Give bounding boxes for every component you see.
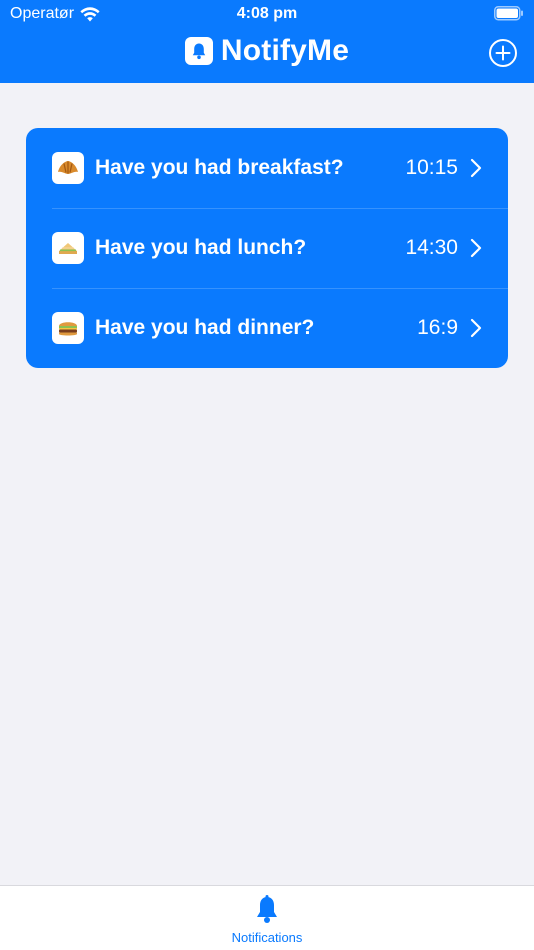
chevron-right-icon bbox=[470, 318, 482, 338]
status-time: 4:08 pm bbox=[236, 5, 298, 22]
sandwich-icon bbox=[52, 232, 84, 264]
reminder-row-lunch[interactable]: Have you had lunch? 14:30 bbox=[26, 208, 508, 288]
app-title: NotifyMe bbox=[220, 34, 350, 67]
add-reminder-button[interactable] bbox=[488, 38, 518, 68]
tab-label: Notifications bbox=[231, 930, 303, 945]
reminder-row-dinner[interactable]: Have you had dinner? 16:9 bbox=[26, 288, 508, 368]
reminder-label: Have you had breakfast? bbox=[95, 156, 344, 179]
chevron-right-icon bbox=[470, 238, 482, 258]
reminder-time: 16:9 bbox=[417, 316, 458, 339]
reminder-time: 14:30 bbox=[405, 236, 458, 259]
bell-icon bbox=[257, 895, 277, 923]
nav-header: Operatør 4:08 pm NotifyMe bbox=[0, 0, 534, 83]
tab-notifications[interactable]: Notifications bbox=[0, 886, 534, 950]
burger-icon bbox=[52, 312, 84, 344]
reminder-label: Have you had lunch? bbox=[95, 236, 307, 259]
bell-icon bbox=[184, 37, 213, 65]
tab-bar: Notifications bbox=[0, 885, 534, 950]
reminders-list: Have you had breakfast? 10:15 Have you h… bbox=[26, 128, 508, 368]
reminder-label: Have you had dinner? bbox=[95, 316, 315, 339]
croissant-icon bbox=[52, 152, 84, 184]
battery-icon bbox=[494, 6, 523, 21]
status-bar: Operatør 4:08 pm bbox=[0, 0, 534, 28]
title-row: NotifyMe bbox=[0, 33, 534, 69]
reminder-time: 10:15 bbox=[405, 156, 458, 179]
chevron-right-icon bbox=[470, 158, 482, 178]
reminder-row-breakfast[interactable]: Have you had breakfast? 10:15 bbox=[26, 128, 508, 208]
